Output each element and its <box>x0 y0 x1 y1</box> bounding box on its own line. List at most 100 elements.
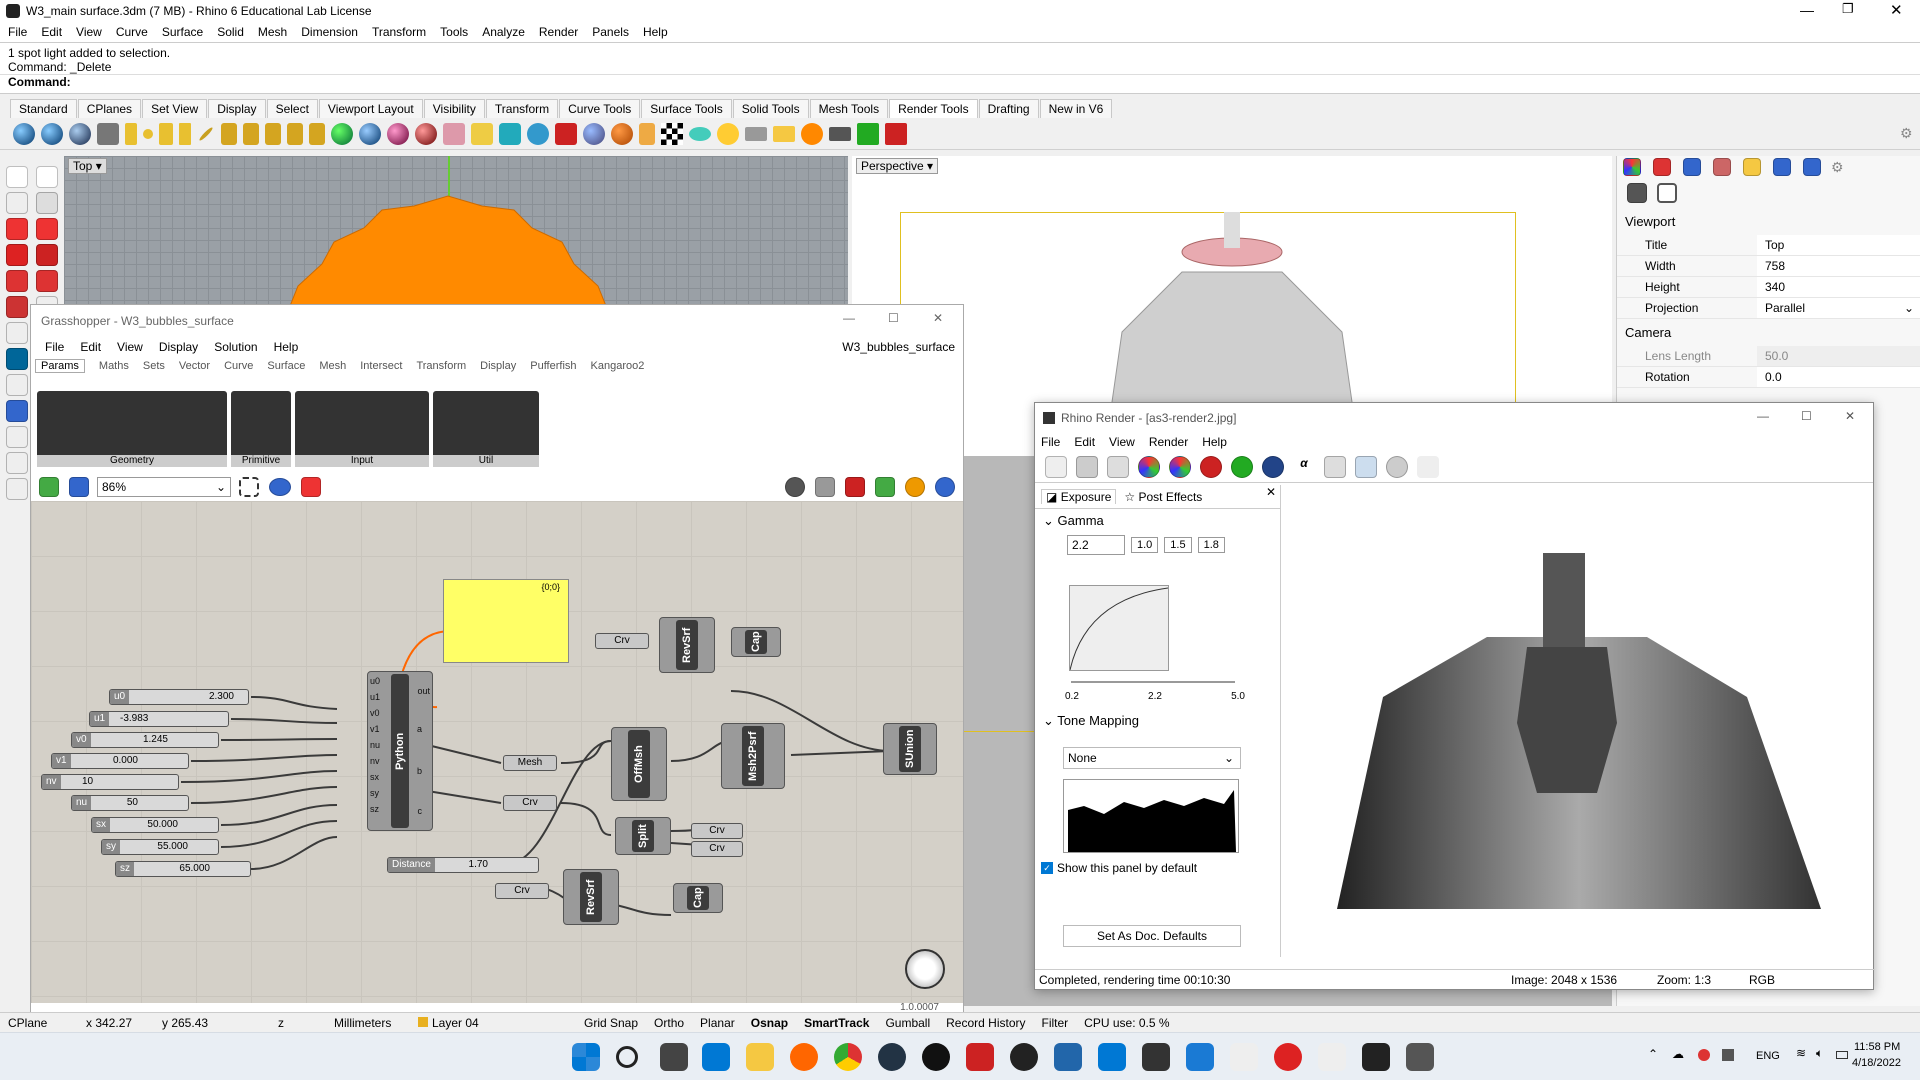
tray-app-icon[interactable] <box>1698 1049 1710 1061</box>
light-tool-icon[interactable] <box>243 122 259 145</box>
sun-icon[interactable] <box>717 122 739 145</box>
revsrf-component[interactable]: RevSrf <box>659 617 715 673</box>
gh-tab-params[interactable]: Params <box>35 359 85 373</box>
clock-time[interactable]: 11:58 PM <box>1854 1041 1900 1053</box>
menu-edit[interactable]: Edit <box>41 25 62 39</box>
tab-visibility[interactable]: Visibility <box>423 99 485 118</box>
material-icon[interactable] <box>415 122 437 145</box>
acrobat-icon[interactable] <box>966 1043 994 1071</box>
record-icon[interactable] <box>885 122 907 145</box>
ground-plane-icon[interactable] <box>689 126 711 141</box>
spotlight-icon[interactable] <box>125 122 137 145</box>
gamma-slider[interactable] <box>1071 681 1235 683</box>
lens-length-field[interactable]: 50.0 <box>1757 346 1920 366</box>
gh-menu-view[interactable]: View <box>117 340 143 354</box>
gh-tab-display[interactable]: Display <box>480 360 516 372</box>
material-icon[interactable] <box>1653 158 1671 176</box>
vscode-icon[interactable] <box>1098 1043 1126 1071</box>
viewport-label-perspective[interactable]: Perspective ▾ <box>856 158 939 174</box>
viewport-icon[interactable] <box>829 126 851 141</box>
blue-channel-icon[interactable] <box>1262 455 1284 478</box>
render-window-icon[interactable] <box>69 122 91 145</box>
folder-icon[interactable] <box>1743 158 1761 176</box>
menu-transform[interactable]: Transform <box>372 25 426 39</box>
height-field[interactable]: 340 <box>1757 277 1920 297</box>
rotation-field[interactable]: 0.0 <box>1757 367 1920 387</box>
toggle-grid-snap[interactable]: Grid Snap <box>584 1016 638 1030</box>
zoom-icon[interactable] <box>6 322 28 344</box>
app-icon[interactable] <box>1186 1043 1214 1071</box>
tone-mapping-dropdown[interactable]: None ⌄ <box>1063 747 1241 769</box>
sketch-brush-icon[interactable] <box>301 477 321 497</box>
tab-surface-tools[interactable]: Surface Tools <box>641 99 732 118</box>
slider-u1[interactable]: u1 -3.983 <box>89 711 229 727</box>
gamma-preset-button[interactable]: 1.5 <box>1164 537 1192 553</box>
menu-surface[interactable]: Surface <box>162 25 203 39</box>
grasshopper-icon[interactable] <box>1406 1043 1434 1071</box>
app-icon[interactable] <box>1010 1043 1038 1071</box>
gh-tab-surface[interactable]: Surface <box>267 360 305 372</box>
star-icon[interactable] <box>6 374 28 396</box>
menu-tools[interactable]: Tools <box>440 25 468 39</box>
menu-solid[interactable]: Solid <box>217 25 244 39</box>
gh-tab-mesh[interactable]: Mesh <box>319 360 346 372</box>
line-tool-icon[interactable] <box>36 166 58 188</box>
shaded-preview-icon[interactable] <box>845 477 865 497</box>
msh2psrf-component[interactable]: Msh2Psrf <box>721 723 785 789</box>
render-sphere-icon[interactable] <box>13 122 35 145</box>
app-icon[interactable] <box>1318 1043 1346 1071</box>
cloud-icon[interactable]: ☁ <box>1672 1047 1684 1061</box>
tab-viewport-layout[interactable]: Viewport Layout <box>318 99 423 118</box>
toggle-record-history[interactable]: Record History <box>946 1016 1025 1030</box>
param-crv[interactable]: Crv <box>495 883 549 899</box>
preview-eye-icon[interactable] <box>269 478 291 496</box>
minimize-icon[interactable]: — <box>1800 2 1814 18</box>
car-icon[interactable] <box>36 218 58 240</box>
windows-start-icon[interactable] <box>572 1043 600 1071</box>
material-icon[interactable] <box>359 122 381 145</box>
material-sphere-icon[interactable] <box>331 122 353 145</box>
checker-icon[interactable] <box>661 122 683 145</box>
chrome-icon[interactable] <box>834 1043 862 1071</box>
mail-icon[interactable] <box>702 1043 730 1071</box>
python-component[interactable]: Python u0 u1 v0 v1 nu nv sx sy sz out a … <box>367 671 433 831</box>
cube-mapping-icon[interactable] <box>471 122 493 145</box>
zoom-dropdown[interactable]: 86% ⌄ <box>97 477 231 497</box>
tab-new-in-v6[interactable]: New in V6 <box>1039 99 1113 118</box>
rw-menu-render[interactable]: Render <box>1149 435 1188 449</box>
yellow-panel[interactable]: {0;0} <box>443 579 569 663</box>
rotate-view-icon[interactable] <box>6 478 28 500</box>
pencil-icon[interactable] <box>1713 158 1731 176</box>
search-icon[interactable] <box>616 1046 638 1068</box>
zoom-extents-icon[interactable] <box>239 477 259 497</box>
sun-burst-icon[interactable] <box>801 122 823 145</box>
cap-component[interactable]: Cap <box>673 883 723 913</box>
maximize-icon[interactable]: ❐ <box>1842 1 1854 17</box>
bake-icon[interactable] <box>875 477 895 497</box>
task-view-icon[interactable] <box>660 1043 688 1071</box>
color-channels-icon[interactable] <box>1169 455 1191 478</box>
set-as-doc-defaults-button[interactable]: Set As Doc. Defaults <box>1063 925 1241 947</box>
save-file-icon[interactable] <box>69 477 89 497</box>
show-panel-checkbox[interactable]: ✓ Show this panel by default <box>1041 861 1197 875</box>
red-channel-icon[interactable] <box>1200 455 1222 478</box>
tab-transform[interactable]: Transform <box>485 99 559 118</box>
pen-icon[interactable] <box>639 122 655 145</box>
slider-sx[interactable]: sx 50.000 <box>91 817 219 833</box>
sunion-component[interactable]: SUnion <box>883 723 937 775</box>
tab-mesh-tools[interactable]: Mesh Tools <box>809 99 889 118</box>
tray-chevron-icon[interactable]: ⌃ <box>1648 1047 1658 1061</box>
rw-close-icon[interactable]: ✕ <box>1845 409 1855 423</box>
app-icon[interactable] <box>878 1043 906 1071</box>
transform-icon[interactable] <box>6 192 28 214</box>
car-icon[interactable] <box>6 244 28 266</box>
gh-menu-solution[interactable]: Solution <box>214 340 257 354</box>
volume-icon[interactable]: 🔈︎ <box>1816 1046 1823 1061</box>
material-icon[interactable] <box>387 122 409 145</box>
menu-help[interactable]: Help <box>643 25 668 39</box>
tab-cplanes[interactable]: CPlanes <box>77 99 142 118</box>
gh-tab-kangaroo2[interactable]: Kangaroo2 <box>591 360 645 372</box>
texture-icon[interactable] <box>555 122 577 145</box>
wifi-icon[interactable]: ≋ <box>1796 1046 1806 1060</box>
slider-sz[interactable]: sz 65.000 <box>115 861 251 877</box>
